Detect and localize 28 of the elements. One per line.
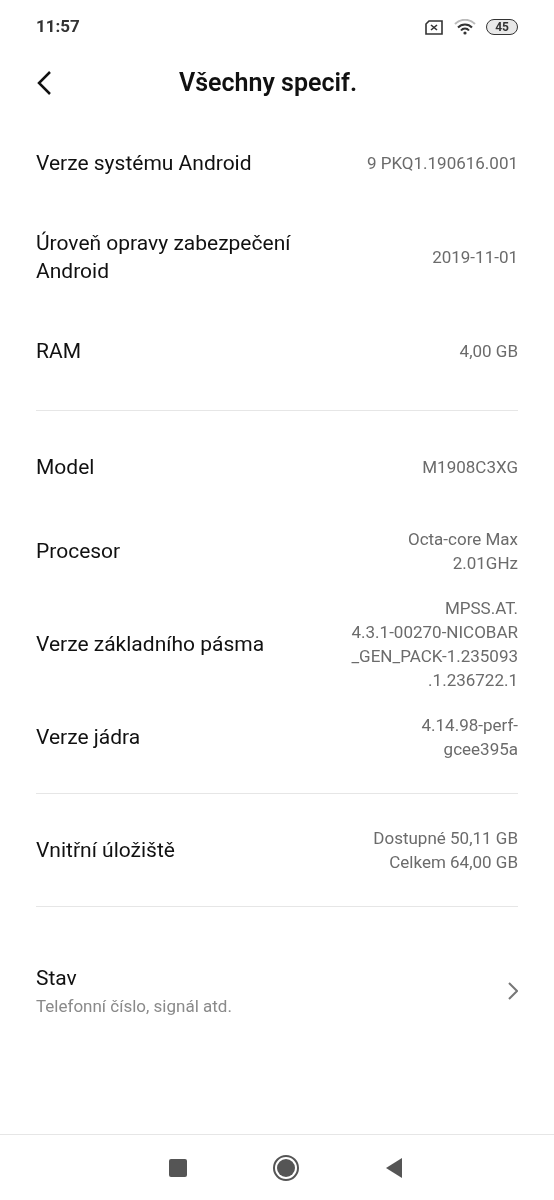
item-title: Stav [36, 965, 78, 992]
spec-value: M1908C3XG [422, 456, 518, 479]
spec-label: RAM [36, 338, 81, 365]
spec-value: MPSS.AT. 4.3.1-00270-NICOBAR _GEN_PACK-1.235093 .1.236722.1 [351, 597, 518, 692]
spec-label: Vnitřní úložiště [36, 837, 175, 864]
home-button[interactable] [273, 1154, 299, 1181]
status-list-item[interactable]: Stav Telefonní číslo, signál atd. [36, 906, 518, 1059]
spec-value: Dostupné 50,11 GB Celkem 64,00 GB [373, 827, 518, 874]
page-title: Všechny specif. [179, 67, 357, 100]
spec-label: Verze jádra [36, 724, 141, 751]
wifi-icon [454, 19, 477, 35]
spec-value: 2019-11-01 [432, 246, 518, 269]
spec-label: Verze základního pásma [36, 631, 265, 658]
spec-value: 4.14.98-perf- gcee395a [421, 714, 518, 761]
status-time: 11:57 [36, 15, 80, 39]
chevron-right-icon [508, 982, 518, 1000]
recents-button[interactable] [169, 1158, 187, 1177]
spec-label: Verze systému Android [36, 150, 252, 177]
spec-label: Úroveň opravy zabezpečení Android [36, 230, 292, 285]
spec-value: 4,00 GB [459, 340, 518, 363]
back-nav-button[interactable] [385, 1156, 405, 1179]
battery-indicator: 45 [486, 19, 518, 35]
spec-value: 9 PKQ1.190616.001 [366, 152, 518, 175]
spec-label: Procesor [36, 538, 121, 565]
spec-label: Model [36, 454, 95, 481]
item-subtitle: Telefonní číslo, signál atd. [36, 995, 232, 1018]
no-sim-icon [424, 19, 445, 35]
spec-value: Octa-core Max 2.01GHz [407, 528, 518, 575]
